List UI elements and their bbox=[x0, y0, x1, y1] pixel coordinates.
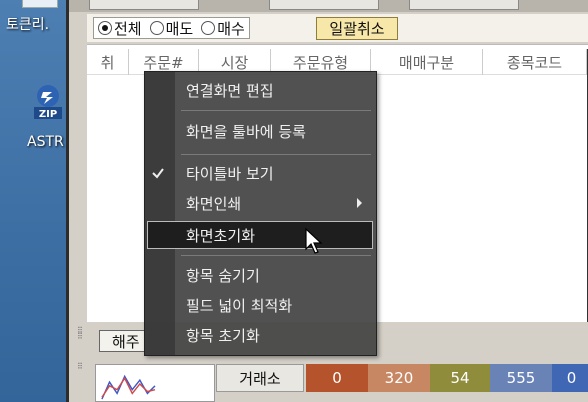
radio-circle-icon[interactable] bbox=[98, 21, 112, 35]
menu-item-label: 화면을 툴바에 등록 bbox=[186, 122, 306, 141]
tab-2[interactable] bbox=[269, 0, 379, 10]
grip-handle-icon[interactable]: ⠿ ⠿ bbox=[77, 327, 83, 341]
menu-item-label: 항목 숨기기 bbox=[186, 266, 260, 285]
tab-3[interactable] bbox=[409, 0, 519, 10]
menu-item-label: 연결화면 편집 bbox=[186, 81, 274, 100]
radio-sell-label: 매도 bbox=[165, 19, 194, 38]
radio-sell[interactable]: 매도 bbox=[149, 18, 194, 39]
menu-separator bbox=[181, 154, 371, 155]
zip-icon-text: ZIP bbox=[39, 109, 57, 120]
menu-separator bbox=[181, 110, 371, 111]
desktop-label-astr[interactable]: ASTR bbox=[27, 134, 64, 150]
stat-cell: 555 bbox=[490, 364, 552, 392]
zip-archive-icon[interactable]: ZIP bbox=[32, 84, 66, 128]
menu-item-label: 타이틀바 보기 bbox=[186, 164, 274, 183]
radio-all-label: 전체 bbox=[114, 19, 142, 38]
tab-strip bbox=[69, 0, 588, 12]
menu-item-label: 필드 넓이 최적화 bbox=[186, 296, 293, 315]
radio-all[interactable]: 전체 bbox=[98, 18, 142, 39]
menu-item-hide-fields[interactable]: 항목 숨기기 bbox=[145, 261, 376, 289]
cancel-all-button[interactable]: 일괄취소 bbox=[316, 17, 398, 40]
menu-item-optimize-field-width[interactable]: 필드 넓이 최적화 bbox=[145, 291, 376, 319]
stat-cell: 0 bbox=[552, 364, 588, 392]
menu-item-reset-fields[interactable]: 항목 초기화 bbox=[145, 321, 376, 349]
check-icon bbox=[152, 168, 164, 179]
summary-button[interactable]: 해주 bbox=[99, 330, 149, 352]
desktop-background: 토큰리. ZIP ASTR bbox=[0, 0, 66, 402]
menu-item-reset-screen[interactable]: 화면초기화 bbox=[147, 221, 373, 249]
tab-active[interactable] bbox=[89, 0, 199, 10]
radio-circle-icon[interactable] bbox=[149, 21, 164, 35]
exchange-label: 거래소 bbox=[216, 364, 304, 392]
column-header-trade-type[interactable]: 매매구분 bbox=[371, 49, 483, 75]
stat-cell: 0 bbox=[306, 364, 368, 392]
menu-item-label: 화면초기화 bbox=[186, 226, 256, 245]
menu-item-label: 항목 초기화 bbox=[186, 326, 260, 345]
column-header-stock-code[interactable]: 종목코드 bbox=[483, 49, 587, 75]
context-menu: 연결화면 편집 화면을 툴바에 등록 타이틀바 보기 화면인쇄 화면초기화 항목… bbox=[144, 71, 377, 356]
desktop-window-edge bbox=[22, 0, 58, 8]
order-side-radio-group: 전체 매도 매수 bbox=[93, 17, 250, 39]
stat-cell: 320 bbox=[368, 364, 430, 392]
mouse-pointer-icon bbox=[305, 227, 323, 254]
menu-item-register-toolbar[interactable]: 화면을 툴바에 등록 bbox=[145, 117, 376, 145]
column-header-cancel[interactable]: 취 bbox=[87, 49, 129, 75]
menu-item-print-screen[interactable]: 화면인쇄 bbox=[145, 189, 376, 217]
menu-item-show-titlebar[interactable]: 타이틀바 보기 bbox=[145, 159, 376, 187]
menu-item-label: 화면인쇄 bbox=[186, 194, 242, 213]
mini-chart bbox=[95, 364, 215, 402]
radio-buy-label: 매수 bbox=[217, 19, 245, 38]
desktop-label-top: 토큰리. bbox=[6, 17, 50, 33]
grip-handle-icon[interactable]: ⠿ bbox=[77, 363, 83, 371]
stat-cell: 54 bbox=[430, 364, 490, 392]
menu-separator bbox=[181, 255, 371, 256]
radio-buy[interactable]: 매수 bbox=[201, 18, 245, 39]
menu-item-edit-linked-screen[interactable]: 연결화면 편집 bbox=[145, 76, 376, 104]
filter-bar: 전체 매도 매수 일괄취소 bbox=[87, 14, 588, 42]
submenu-arrow-icon bbox=[357, 198, 362, 208]
radio-circle-icon[interactable] bbox=[201, 21, 216, 35]
